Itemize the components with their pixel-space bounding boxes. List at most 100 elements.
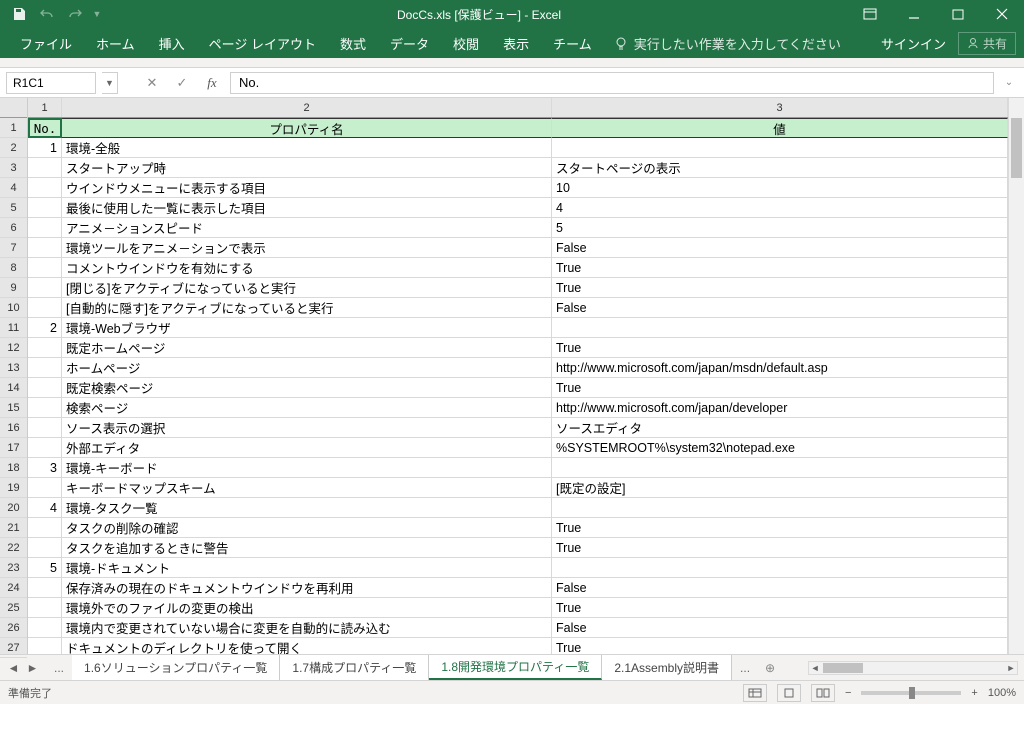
cell[interactable]: http://www.microsoft.com/japan/developer bbox=[552, 398, 1008, 418]
row-header[interactable]: 6 bbox=[0, 218, 27, 238]
cell[interactable]: 環境-キーボード bbox=[62, 458, 552, 478]
cell[interactable]: True bbox=[552, 518, 1008, 538]
tell-me[interactable]: 実行したい作業を入力してください bbox=[614, 34, 841, 53]
row-header[interactable]: 13 bbox=[0, 358, 27, 378]
sheet-tab[interactable]: 1.8開発環境プロパティ一覧 bbox=[429, 655, 602, 680]
select-all-corner[interactable] bbox=[0, 98, 27, 118]
zoom-slider[interactable] bbox=[861, 691, 961, 695]
row-header[interactable]: 16 bbox=[0, 418, 27, 438]
row-header[interactable]: 2 bbox=[0, 138, 27, 158]
cell[interactable] bbox=[552, 458, 1008, 478]
cell[interactable]: ソース表示の選択 bbox=[62, 418, 552, 438]
cell[interactable] bbox=[28, 238, 62, 258]
cell[interactable]: 環境外でのファイルの変更の検出 bbox=[62, 598, 552, 618]
cell[interactable]: 環境-ドキュメント bbox=[62, 558, 552, 578]
cell[interactable]: ソースエディタ bbox=[552, 418, 1008, 438]
cell[interactable]: 4 bbox=[552, 198, 1008, 218]
cell[interactable]: 環境-Webブラウザ bbox=[62, 318, 552, 338]
zoom-level[interactable]: 100% bbox=[988, 687, 1016, 699]
row-header[interactable]: 5 bbox=[0, 198, 27, 218]
row-header[interactable]: 7 bbox=[0, 238, 27, 258]
col-header[interactable]: 1 bbox=[28, 98, 62, 117]
cell[interactable] bbox=[28, 518, 62, 538]
share-button[interactable]: 共有 bbox=[958, 32, 1016, 55]
row-header[interactable]: 3 bbox=[0, 158, 27, 178]
tab-view[interactable]: 表示 bbox=[491, 28, 541, 58]
zoom-handle[interactable] bbox=[909, 687, 915, 699]
cell[interactable]: 環境ツールをアニメ－ションで表示 bbox=[62, 238, 552, 258]
cell[interactable]: 3 bbox=[28, 458, 62, 478]
cell[interactable]: %SYSTEMROOT%\system32\notepad.exe bbox=[552, 438, 1008, 458]
row-header[interactable]: 17 bbox=[0, 438, 27, 458]
add-sheet-icon[interactable]: ⊕ bbox=[758, 661, 782, 675]
cell[interactable]: キーボードマップスキーム bbox=[62, 478, 552, 498]
save-icon[interactable] bbox=[6, 2, 32, 26]
sheet-prev-icon[interactable]: ◄ bbox=[8, 661, 20, 675]
cell[interactable]: 保存済みの現在のドキュメントウインドウを再利用 bbox=[62, 578, 552, 598]
cell[interactable]: ホームページ bbox=[62, 358, 552, 378]
cell[interactable]: 5 bbox=[28, 558, 62, 578]
sheet-tab[interactable]: 2.1Assembly説明書 bbox=[602, 655, 732, 680]
cell[interactable]: True bbox=[552, 538, 1008, 558]
row-header[interactable]: 26 bbox=[0, 618, 27, 638]
cell[interactable] bbox=[28, 598, 62, 618]
cell[interactable]: 外部エディタ bbox=[62, 438, 552, 458]
fx-icon[interactable]: fx bbox=[200, 72, 224, 94]
cell[interactable] bbox=[28, 298, 62, 318]
cell[interactable]: [既定の設定] bbox=[552, 478, 1008, 498]
cell[interactable]: True bbox=[552, 598, 1008, 618]
cell[interactable]: 環境-タスク一覧 bbox=[62, 498, 552, 518]
horizontal-scrollbar[interactable]: ◄ ► bbox=[808, 661, 1018, 675]
cell[interactable]: 5 bbox=[552, 218, 1008, 238]
cell[interactable]: False bbox=[552, 238, 1008, 258]
cell[interactable] bbox=[28, 358, 62, 378]
cell[interactable] bbox=[28, 538, 62, 558]
enter-icon[interactable]: ✓ bbox=[170, 72, 194, 94]
cell[interactable]: ウインドウメニューに表示する項目 bbox=[62, 178, 552, 198]
sheet-nav[interactable]: ◄► bbox=[0, 661, 46, 675]
row-header[interactable]: 9 bbox=[0, 278, 27, 298]
cell[interactable]: 値 bbox=[552, 118, 1008, 138]
tab-data[interactable]: データ bbox=[378, 28, 441, 58]
cell[interactable]: スタートページの表示 bbox=[552, 158, 1008, 178]
cell[interactable]: 既定検索ページ bbox=[62, 378, 552, 398]
sheet-tab[interactable]: 1.6ソリューションプロパティ一覧 bbox=[72, 655, 280, 680]
row-header[interactable]: 4 bbox=[0, 178, 27, 198]
cell[interactable] bbox=[28, 418, 62, 438]
cell[interactable] bbox=[28, 338, 62, 358]
name-box[interactable]: R1C1 bbox=[6, 72, 96, 94]
tab-home[interactable]: ホーム bbox=[84, 28, 147, 58]
scroll-thumb[interactable] bbox=[823, 663, 863, 673]
cell[interactable] bbox=[28, 258, 62, 278]
cancel-icon[interactable]: ✕ bbox=[140, 72, 164, 94]
sheet-tab[interactable]: 1.7構成プロパティ一覧 bbox=[280, 655, 429, 680]
cell[interactable]: No. bbox=[28, 118, 62, 138]
tab-file[interactable]: ファイル bbox=[8, 28, 84, 58]
cell[interactable]: 4 bbox=[28, 498, 62, 518]
cell[interactable]: ドキュメントのディレクトリを使って開く bbox=[62, 638, 552, 654]
scroll-right-icon[interactable]: ► bbox=[1005, 662, 1017, 674]
cell[interactable]: False bbox=[552, 578, 1008, 598]
cell[interactable]: タスクの削除の確認 bbox=[62, 518, 552, 538]
cell[interactable] bbox=[552, 318, 1008, 338]
row-header[interactable]: 1 bbox=[0, 118, 27, 138]
zoom-in-icon[interactable]: + bbox=[971, 687, 977, 699]
cell[interactable]: プロパティ名 bbox=[62, 118, 552, 138]
cell[interactable]: True bbox=[552, 638, 1008, 654]
cell[interactable] bbox=[28, 378, 62, 398]
cell[interactable]: False bbox=[552, 298, 1008, 318]
name-box-dropdown-icon[interactable]: ▼ bbox=[102, 72, 118, 94]
minimize-icon[interactable] bbox=[892, 0, 936, 28]
cell[interactable]: [閉じる]をアクティブになっていると実行 bbox=[62, 278, 552, 298]
row-header[interactable]: 25 bbox=[0, 598, 27, 618]
formula-expand-icon[interactable]: ⌄ bbox=[1000, 77, 1018, 88]
cell[interactable] bbox=[28, 578, 62, 598]
vertical-scrollbar[interactable] bbox=[1008, 98, 1024, 654]
tab-formulas[interactable]: 数式 bbox=[328, 28, 378, 58]
cell[interactable]: 最後に使用した一覧に表示した項目 bbox=[62, 198, 552, 218]
view-pagebreak-icon[interactable] bbox=[811, 684, 835, 702]
cell[interactable] bbox=[28, 278, 62, 298]
row-header[interactable]: 24 bbox=[0, 578, 27, 598]
cell[interactable] bbox=[28, 618, 62, 638]
sheet-overflow-left[interactable]: ... bbox=[46, 661, 72, 675]
